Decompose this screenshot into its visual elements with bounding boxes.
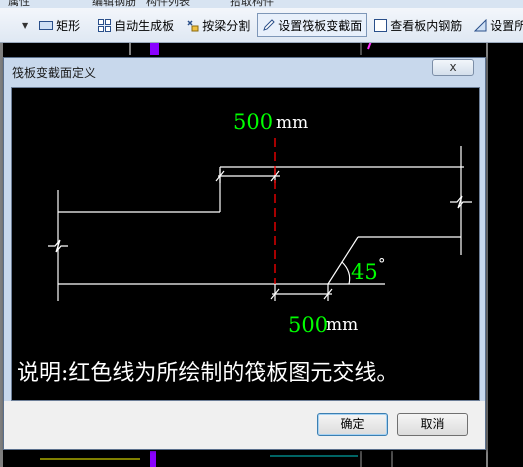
dropdown-arrow-icon[interactable]: ▼ bbox=[22, 21, 28, 30]
bottom-width-value: 500 bbox=[288, 313, 328, 337]
rectangle-label: 矩形 bbox=[56, 18, 81, 33]
set-section-button[interactable]: 设置筏板变截面 bbox=[257, 13, 368, 37]
slope-icon bbox=[474, 18, 487, 32]
top-item-properties[interactable]: 属性 bbox=[8, 0, 30, 8]
cad-purple-column bbox=[150, 43, 159, 55]
close-icon: x bbox=[449, 60, 457, 74]
left-break-symbol bbox=[48, 239, 68, 253]
top-width-unit: mm bbox=[276, 113, 308, 133]
split-by-beam-label: 按梁分割 bbox=[202, 18, 251, 33]
close-button[interactable]: x bbox=[432, 59, 474, 76]
top-item-component-list[interactable]: 构件列表 bbox=[146, 0, 190, 8]
pencil-icon bbox=[262, 18, 275, 32]
cad-pink-line bbox=[367, 43, 372, 50]
top-item-pick-component[interactable]: 拾取构件 bbox=[230, 0, 274, 8]
view-rebar-button[interactable]: 查看板内钢筋 bbox=[369, 13, 467, 37]
top-item-edit-rebar[interactable]: 编辑钢筋 bbox=[92, 0, 136, 8]
angle-value: 45 bbox=[351, 260, 378, 284]
top-menu-strip: 属性 编辑钢筋 构件列表 拾取构件 bbox=[0, 0, 523, 8]
view-rebar-label: 查看板内钢筋 bbox=[390, 18, 463, 33]
note-text: 说明:红色线为所绘制的筏板图元交线。 bbox=[17, 361, 398, 386]
cad-purple-column-bottom bbox=[150, 451, 156, 467]
section-diagram-canvas: 500 mm 45 ° 500 mm 说明:红色线为所绘制的筏板图元交线。 bbox=[11, 87, 480, 401]
angle-arc bbox=[341, 261, 351, 285]
document-icon bbox=[374, 18, 388, 32]
dialog-button-row: 确定 取消 bbox=[4, 401, 485, 449]
raft-section-dialog: 筏板变截面定义 x 500 mm 45 ° 500 mm 说明:红色线为所绘制的… bbox=[3, 57, 486, 450]
bottom-width-unit: mm bbox=[326, 315, 358, 335]
set-truncated-button[interactable]: 设置所 bbox=[469, 13, 523, 37]
set-truncated-label: 设置所 bbox=[490, 18, 523, 33]
rectangle-icon bbox=[39, 20, 54, 30]
rectangle-button[interactable]: 矩形 bbox=[34, 13, 85, 37]
ok-button[interactable]: 确定 bbox=[317, 413, 388, 436]
auto-generate-label: 自动生成板 bbox=[114, 18, 175, 33]
section-diagram: 500 mm 45 ° 500 mm 说明:红色线为所绘制的筏板图元交线。 bbox=[17, 110, 472, 386]
main-toolbar: ▼ 矩形 自动生成板 按梁分割 设置筏板变截面 查看板内钢筋 设置所 bbox=[0, 8, 523, 43]
split-icon bbox=[186, 19, 199, 32]
top-width-value: 500 bbox=[233, 110, 273, 134]
grid-icon bbox=[98, 18, 112, 32]
angle-unit: ° bbox=[378, 255, 386, 273]
split-by-beam-button[interactable]: 按梁分割 bbox=[181, 13, 255, 37]
set-section-label: 设置筏板变截面 bbox=[278, 18, 363, 33]
auto-generate-button[interactable]: 自动生成板 bbox=[93, 13, 179, 37]
cancel-button[interactable]: 取消 bbox=[397, 413, 468, 436]
dialog-title: 筏板变截面定义 bbox=[12, 66, 97, 80]
